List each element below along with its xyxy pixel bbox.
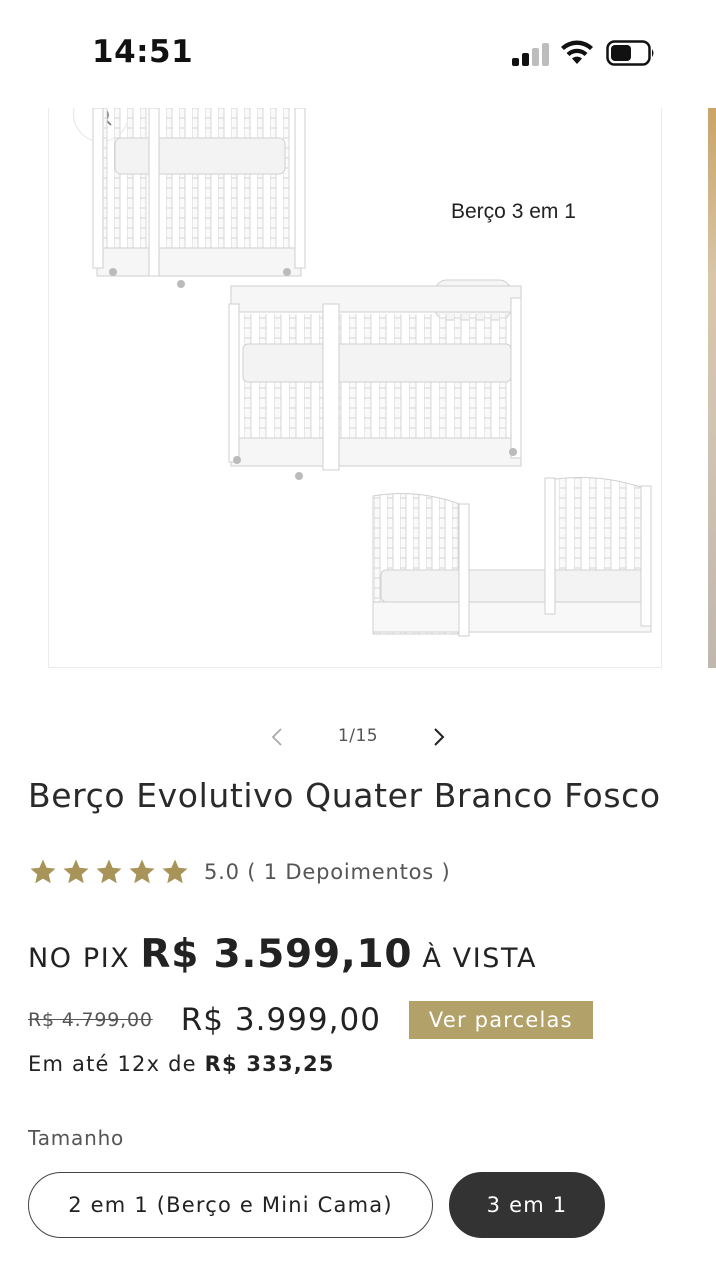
view-installments-button[interactable]: Ver parcelas — [408, 1001, 593, 1039]
product-image — [92, 108, 652, 637]
pix-price-line: NO PIX R$ 3.599,10 À VISTA — [28, 932, 537, 977]
status-bar: 14:51 — [0, 0, 716, 108]
carousel-controls: 1/15 — [0, 712, 716, 758]
mini-bed-illustration — [372, 477, 652, 637]
chevron-left-icon — [271, 728, 282, 746]
product-title: Berço Evolutivo Quater Branco Fosco — [28, 776, 661, 815]
wifi-icon — [561, 40, 593, 64]
slide-counter: 1/15 — [337, 726, 379, 746]
chevron-right-icon — [434, 728, 445, 746]
rating-stars — [28, 857, 190, 887]
battery-icon — [606, 40, 654, 66]
star-icon — [162, 859, 188, 884]
star-icon — [63, 859, 89, 884]
pix-price: R$ 3.599,10 — [140, 932, 413, 977]
next-slide-preview[interactable] — [708, 108, 716, 668]
star-icon — [30, 859, 56, 884]
cellular-signal-icon — [512, 42, 550, 66]
pix-label: NO PIX — [28, 943, 131, 974]
old-price: R$ 4.799,00 — [28, 1009, 153, 1031]
star-icon — [96, 859, 122, 884]
product-rating[interactable]: 5.0 ( 1 Depoimentos ) — [28, 854, 450, 890]
installments-info: Em até 12x de R$ 333,25 — [28, 1052, 335, 1076]
size-option-3-em-1[interactable]: 3 em 1 — [449, 1172, 605, 1238]
installments-prefix: Em até 12x de — [28, 1052, 205, 1076]
installments-amount: R$ 333,25 — [204, 1052, 335, 1076]
rating-summary[interactable]: 5.0 ( 1 Depoimentos ) — [204, 860, 450, 884]
size-option-2-em-1[interactable]: 2 em 1 (Berço e Mini Cama) — [28, 1172, 433, 1238]
previous-slide-button[interactable] — [262, 722, 292, 752]
status-time: 14:51 — [92, 34, 194, 70]
pix-suffix: À VISTA — [422, 943, 538, 974]
mini-crib-illustration — [92, 108, 306, 288]
next-slide-button[interactable] — [424, 722, 454, 752]
star-icon — [129, 859, 155, 884]
current-price: R$ 3.999,00 — [180, 1002, 381, 1038]
full-crib-illustration — [228, 279, 522, 480]
product-image-gallery[interactable]: Berço 3 em 1 — [48, 108, 662, 668]
size-label: Tamanho — [28, 1126, 125, 1150]
price-line: R$ 4.799,00 R$ 3.999,00 Ver parcelas — [28, 998, 593, 1042]
